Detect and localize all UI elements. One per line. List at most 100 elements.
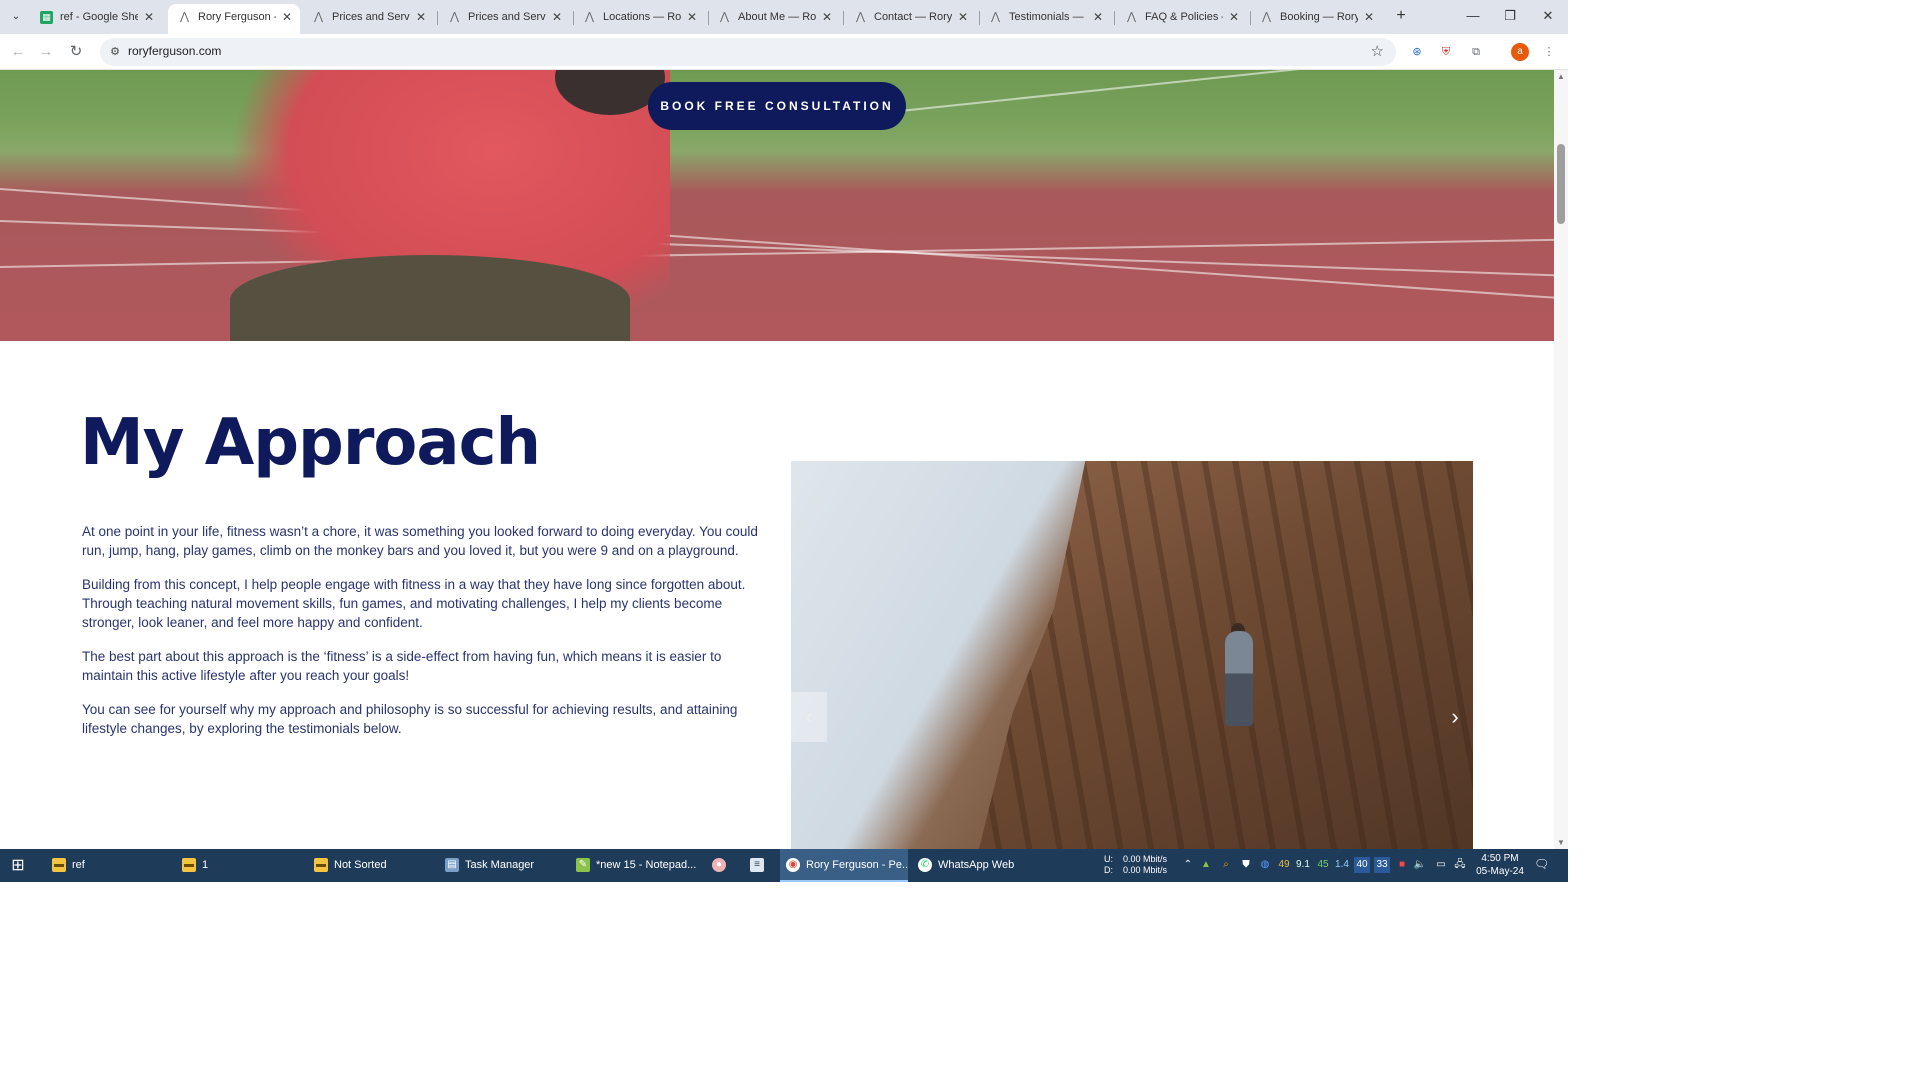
tray-search-icon[interactable]: ⌕ bbox=[1218, 857, 1234, 873]
close-icon[interactable]: ✕ bbox=[552, 4, 562, 30]
extension-globe-icon[interactable]: ⊛ bbox=[1408, 43, 1426, 61]
reload-icon[interactable]: ↻ bbox=[64, 40, 88, 64]
tab-9[interactable]: ⋀ Booking — Rory F ✕ bbox=[1250, 4, 1382, 34]
forward-icon[interactable]: → bbox=[34, 40, 58, 64]
close-icon[interactable]: ✕ bbox=[416, 4, 426, 30]
tray-stat: 45 bbox=[1317, 859, 1329, 870]
taskbar-item[interactable]: ▬ Not Sorted bbox=[308, 849, 433, 882]
site-info-icon[interactable]: ⚙ bbox=[106, 43, 124, 61]
windows-start-icon[interactable]: ⊞ bbox=[8, 856, 28, 876]
taskbar-item[interactable]: ▬ 1 bbox=[176, 849, 301, 882]
tab-title: ref - Google Shee bbox=[60, 11, 138, 23]
taskbar-item-label: 1 bbox=[202, 859, 209, 871]
tab-strip: ⌄ ▦ ref - Google Shee ✕ ⋀ Rory Ferguson … bbox=[0, 0, 1568, 34]
tab-title: Locations — Rory bbox=[603, 11, 681, 23]
taskbar-item-active[interactable]: ◉ Rory Ferguson - Pe... bbox=[780, 849, 908, 882]
close-icon[interactable]: ✕ bbox=[1229, 4, 1239, 30]
site-icon: ⋀ bbox=[855, 11, 866, 23]
tab-title: Contact — Rory F bbox=[874, 11, 952, 23]
tab-3[interactable]: ⋀ Prices and Service ✕ bbox=[438, 4, 570, 34]
extension-shield-icon[interactable]: ⛨ bbox=[1437, 43, 1455, 61]
tab-title: Booking — Rory F bbox=[1280, 11, 1358, 23]
scrollbar-thumb[interactable] bbox=[1557, 144, 1565, 224]
close-icon[interactable]: ✕ bbox=[687, 4, 697, 30]
tab-1[interactable]: ⋀ Rory Ferguson - P ✕ bbox=[168, 4, 300, 34]
tab-title: Rory Ferguson - P bbox=[198, 11, 276, 23]
extensions-puzzle-icon[interactable]: ⧉ bbox=[1467, 43, 1485, 61]
close-icon[interactable]: ✕ bbox=[1364, 4, 1374, 30]
site-icon: ⋀ bbox=[1261, 11, 1272, 23]
system-clock[interactable]: 4:50 PM 05-May-24 bbox=[1474, 852, 1526, 878]
taskbar-item-label: Not Sorted bbox=[334, 859, 387, 871]
window-close-icon[interactable]: ✕ bbox=[1530, 4, 1566, 28]
tray-globe-icon[interactable]: ◍ bbox=[1257, 857, 1273, 873]
tab-2[interactable]: ⋀ Prices and Service ✕ bbox=[302, 4, 434, 34]
download-label: D: bbox=[1104, 865, 1113, 875]
tray-chevron-up-icon[interactable]: ⌃ bbox=[1180, 857, 1196, 873]
volume-icon[interactable]: 🔈 bbox=[1412, 857, 1428, 873]
taskbar-item[interactable]: ✎ *new 15 - Notepad... bbox=[570, 849, 700, 882]
restore-icon[interactable]: ❐ bbox=[1492, 4, 1528, 28]
tab-5[interactable]: ⋀ About Me — Rory ✕ bbox=[708, 4, 840, 34]
site-icon: ⋀ bbox=[179, 11, 190, 23]
tab-6[interactable]: ⋀ Contact — Rory F ✕ bbox=[844, 4, 976, 34]
tray-red-icon[interactable]: ■ bbox=[1394, 857, 1410, 873]
close-icon[interactable]: ✕ bbox=[958, 4, 968, 30]
close-icon[interactable]: ✕ bbox=[144, 4, 154, 30]
book-consultation-button[interactable]: BOOK FREE CONSULTATION bbox=[648, 82, 906, 130]
approach-paragraph: At one point in your life, fitness wasn’… bbox=[82, 524, 758, 558]
site-icon: ⋀ bbox=[449, 11, 460, 23]
new-tab-icon[interactable]: + bbox=[1391, 5, 1411, 27]
close-icon[interactable]: ✕ bbox=[1093, 4, 1103, 30]
bookmark-star-icon[interactable]: ☆ bbox=[1371, 42, 1384, 60]
taskbar-item[interactable]: ▤ Task Manager bbox=[439, 849, 564, 882]
site-icon: ⋀ bbox=[990, 11, 1001, 23]
taskbar-app-pin[interactable]: ≡ bbox=[744, 849, 774, 882]
tab-0[interactable]: ▦ ref - Google Shee ✕ bbox=[30, 4, 162, 34]
close-icon[interactable]: ✕ bbox=[282, 4, 292, 30]
tab-4[interactable]: ⋀ Locations — Rory ✕ bbox=[573, 4, 705, 34]
chrome-icon: ◉ bbox=[786, 858, 800, 872]
scroll-down-icon[interactable]: ▼ bbox=[1557, 838, 1565, 847]
tab-search-icon[interactable]: ⌄ bbox=[6, 8, 26, 26]
taskbar-item-label: WhatsApp Web bbox=[938, 859, 1015, 871]
network-icon[interactable]: 🖧 bbox=[1452, 857, 1468, 873]
profile-avatar[interactable]: a bbox=[1511, 43, 1529, 61]
address-bar[interactable]: ⚙ roryferguson.com ☆ bbox=[100, 38, 1396, 66]
tray-shield-icon[interactable]: ⛊ bbox=[1238, 857, 1254, 873]
taskbar-item[interactable]: ✆ WhatsApp Web bbox=[912, 849, 1037, 882]
hero-image: BOOK FREE CONSULTATION bbox=[0, 70, 1554, 341]
close-icon[interactable]: ✕ bbox=[822, 4, 832, 30]
scroll-up-icon[interactable]: ▲ bbox=[1557, 72, 1565, 81]
url-text[interactable]: roryferguson.com bbox=[128, 44, 221, 58]
track-line bbox=[899, 70, 1554, 112]
cliff-image bbox=[971, 461, 1473, 849]
clock-time: 4:50 PM bbox=[1481, 853, 1519, 864]
gallery-prev-arrow-icon[interactable]: ‹ bbox=[791, 692, 827, 742]
minimize-icon[interactable]: — bbox=[1455, 4, 1491, 28]
tray-stat: 40 bbox=[1354, 857, 1370, 873]
clock-date: 05-May-24 bbox=[1476, 866, 1524, 877]
taskbar: ⊞ ▬ ref ▬ 1 ▬ Not Sorted ▤ Task Manager … bbox=[0, 849, 1568, 882]
image-gallery: ‹ › bbox=[791, 461, 1473, 849]
download-speed: 0.00 Mbit/s bbox=[1123, 865, 1168, 875]
network-speed: U: 0.00 Mbit/s D: 0.00 Mbit/s bbox=[1104, 854, 1167, 876]
gallery-next-arrow-icon[interactable]: › bbox=[1437, 692, 1473, 742]
tab-8[interactable]: ⋀ FAQ & Policies — ✕ bbox=[1115, 4, 1247, 34]
notifications-icon[interactable]: 🗨 bbox=[1534, 857, 1549, 871]
browser-menu-icon[interactable]: ⋮ bbox=[1540, 43, 1558, 61]
tab-7[interactable]: ⋀ Testimonials — R ✕ bbox=[979, 4, 1111, 34]
battery-icon[interactable]: ▭ bbox=[1433, 857, 1449, 873]
notepad-icon: ✎ bbox=[576, 858, 590, 872]
taskbar-item-label: Task Manager bbox=[465, 859, 535, 871]
taskbar-item-label: Rory Ferguson - Pe... bbox=[806, 859, 908, 871]
taskbar-item[interactable]: ▬ ref bbox=[46, 849, 176, 882]
page-scrollbar[interactable]: ▲ ▼ bbox=[1554, 70, 1568, 849]
upload-speed: 0.00 Mbit/s bbox=[1123, 854, 1168, 864]
browser-toolbar: ← → ↻ ⚙ roryferguson.com ☆ ⊛ ⛨ ⧉ a ⋮ bbox=[0, 34, 1568, 70]
taskbar-app-pin[interactable]: ● bbox=[706, 849, 736, 882]
upload-label: U: bbox=[1104, 854, 1113, 864]
approach-copy: At one point in your life, fitness wasn’… bbox=[82, 522, 768, 753]
tray-app-icon[interactable]: ▲ bbox=[1198, 857, 1214, 873]
back-icon[interactable]: ← bbox=[6, 40, 30, 64]
